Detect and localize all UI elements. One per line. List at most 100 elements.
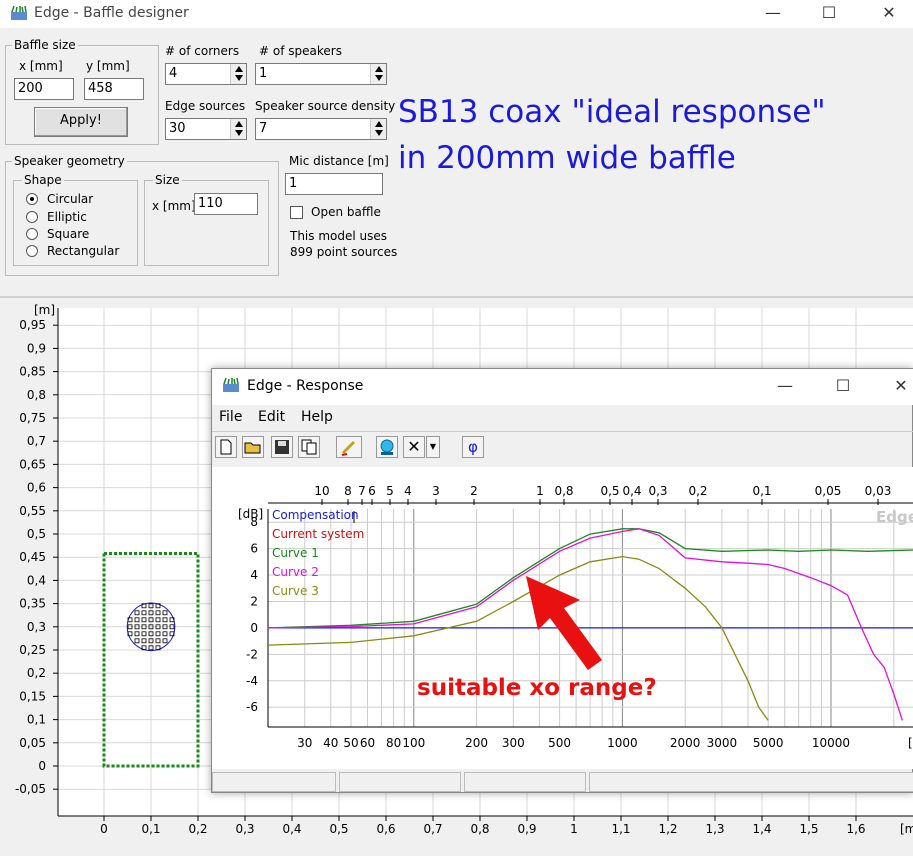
speaker-geometry-title: Speaker geometry <box>12 154 127 168</box>
y-tick-label: 0 <box>38 759 46 773</box>
y-tick-label: 0,05 <box>19 736 46 750</box>
plot-divider <box>0 296 913 298</box>
top-tick-label: 0,1 <box>752 484 771 498</box>
save-disk-icon[interactable] <box>271 436 293 458</box>
spinner-arrows-icon[interactable] <box>370 64 386 84</box>
y-tick-label: 0,9 <box>27 341 46 355</box>
legend-entry: Curve 2 <box>272 565 319 579</box>
globe-icon[interactable] <box>376 436 398 458</box>
menu-file[interactable]: File <box>219 408 242 426</box>
annotation-line1: SB13 coax "ideal response" <box>398 94 826 130</box>
speakers-value: 1 <box>259 66 268 81</box>
top-tick-label: 0,8 <box>554 484 573 498</box>
open-folder-icon[interactable] <box>242 436 264 458</box>
x-tick-label: 0,1 <box>141 822 160 836</box>
copy-icon[interactable] <box>298 436 320 458</box>
top-tick-label: 0,3 <box>648 484 667 498</box>
radio-square[interactable] <box>26 228 38 240</box>
x-tick-label: 0,2 <box>188 822 207 836</box>
y-tick-label: 0,85 <box>19 365 46 379</box>
top-tick-label: 8 <box>344 484 352 498</box>
x-tick-label: 1,5 <box>799 822 818 836</box>
phi-icon[interactable]: φ <box>462 436 484 458</box>
source-density-value: 7 <box>259 121 268 136</box>
open-baffle-label: Open baffle <box>311 205 381 219</box>
x-tick-label: 0,5 <box>329 822 348 836</box>
spinner-arrows-icon[interactable] <box>230 64 246 84</box>
x-tick-label: 300 <box>502 736 525 750</box>
y-tick-label: -2 <box>246 647 258 661</box>
status-pane-4 <box>589 772 913 792</box>
corners-spinner[interactable]: 4 <box>165 63 247 85</box>
mic-distance-input[interactable]: 1 <box>285 173 383 195</box>
baffle-size-title: Baffle size <box>12 38 78 52</box>
x-tick-label: 0,3 <box>235 822 254 836</box>
top-tick-label: 0,05 <box>815 484 842 498</box>
x-tick-label: 1 <box>570 822 578 836</box>
legend-entry: Curve 3 <box>272 584 319 598</box>
size-title: Size <box>153 173 182 187</box>
x-tick-label: 1,6 <box>846 822 865 836</box>
speakers-label: # of speakers <box>259 44 342 58</box>
x-tick-label: 40 <box>323 736 338 750</box>
minimize-icon[interactable]: — <box>750 2 796 26</box>
edge-sources-value: 30 <box>169 121 186 136</box>
source-density-spinner[interactable]: 7 <box>255 118 387 140</box>
radio-circular[interactable] <box>26 193 38 205</box>
x-tick-label: 0,6 <box>376 822 395 836</box>
x-tick-label: 80 <box>386 736 401 750</box>
maximize-icon[interactable]: ☐ <box>806 2 852 26</box>
radio-rectangular[interactable] <box>26 245 38 257</box>
toolbar-divider <box>212 431 913 432</box>
baffle-x-input[interactable]: 200 <box>14 78 74 100</box>
top-tick-label: 4 <box>404 484 412 498</box>
x-unit-clip-label: [ <box>908 736 913 750</box>
x-tick-label: 0,7 <box>423 822 442 836</box>
x-tick-label: 500 <box>548 736 571 750</box>
shape-square-label: Square <box>47 227 90 241</box>
status-pane-3 <box>464 772 586 792</box>
pen-icon[interactable] <box>336 436 362 458</box>
y-tick-label: 0,4 <box>27 573 46 587</box>
speakers-spinner[interactable]: 1 <box>255 63 387 85</box>
x-tick-label: 0,8 <box>470 822 489 836</box>
x-tick-label: 200 <box>465 736 488 750</box>
response-minimize-icon[interactable]: — <box>762 375 808 399</box>
spinner-arrows-icon[interactable] <box>370 119 386 139</box>
x-tick-label: 1,2 <box>658 822 677 836</box>
shape-title: Shape <box>22 173 64 187</box>
shape-circular-label: Circular <box>47 192 94 206</box>
y-tick-label: -0,05 <box>15 782 46 796</box>
model-info-line2: 899 point sources <box>290 245 398 259</box>
x-tick-label: 0,4 <box>282 822 301 836</box>
spinner-arrows-icon[interactable] <box>230 119 246 139</box>
baffle-y-input[interactable]: 458 <box>84 78 144 100</box>
corners-value: 4 <box>169 66 178 81</box>
menu-edit[interactable]: Edit <box>258 408 285 426</box>
open-baffle-checkbox[interactable] <box>290 206 303 219</box>
response-maximize-icon[interactable]: ☐ <box>820 375 866 399</box>
corners-label: # of corners <box>165 44 240 58</box>
top-tick-label: 1 <box>536 484 544 498</box>
response-title-bar: Edge - Response — ☐ ✕ <box>212 369 913 405</box>
close-icon[interactable]: ✕ <box>866 2 912 26</box>
top-tick-label: 7 <box>358 484 366 498</box>
y-tick-label: 0,35 <box>19 597 46 611</box>
speaker-size-input[interactable]: 110 <box>194 193 258 215</box>
dropdown-arrow-icon[interactable]: ▼ <box>426 436 440 458</box>
y-axis-label: [dB] <box>238 507 263 521</box>
menu-help[interactable]: Help <box>301 408 333 426</box>
x-tick-label: 2000 <box>670 736 701 750</box>
y-tick-label: -6 <box>246 700 258 714</box>
delete-x-icon[interactable]: ✕ <box>403 436 425 458</box>
new-file-icon[interactable] <box>215 436 237 458</box>
top-tick-label: 0,03 <box>865 484 892 498</box>
y-tick-label: 0,25 <box>19 643 46 657</box>
x-tick-label: 1000 <box>607 736 638 750</box>
edge-sources-spinner[interactable]: 30 <box>165 118 247 140</box>
radio-elliptic[interactable] <box>26 211 38 223</box>
response-close-icon[interactable]: ✕ <box>878 375 913 399</box>
x-tick-label: 10000 <box>812 736 850 750</box>
y-tick-label: 0,1 <box>27 713 46 727</box>
apply-button[interactable]: Apply! <box>34 107 128 137</box>
